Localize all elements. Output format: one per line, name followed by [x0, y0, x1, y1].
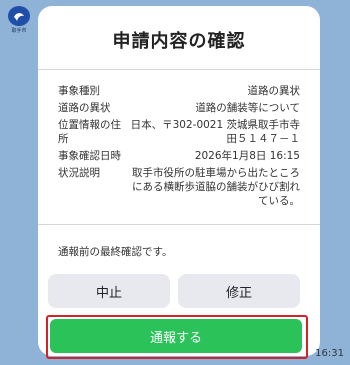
title-divider [38, 69, 320, 70]
final-confirm-note: 通報前の最終確認です。 [58, 246, 173, 258]
report-button[interactable]: 通報する [50, 319, 302, 353]
detail-row: 道路の異状 道路の舗装等について [58, 101, 300, 115]
detail-row: 位置情報の住所 日本、〒302-0021 茨城県取手市寺田５１４７－１ [58, 118, 300, 146]
edit-button[interactable]: 修正 [178, 274, 300, 308]
logo-text: 取手市 [11, 28, 27, 34]
details-divider [38, 224, 320, 225]
details-list: 事象種別 道路の異状 道路の異状 道路の舗装等について 位置情報の住所 日本、〒… [58, 84, 300, 211]
confirmation-card: 申請内容の確認 事象種別 道路の異状 道路の異状 道路の舗装等について 位置情報… [38, 6, 320, 359]
dialog-title: 申請内容の確認 [112, 31, 246, 52]
detail-label: 位置情報の住所 [58, 119, 121, 145]
detail-label: 事象種別 [58, 85, 100, 97]
detail-value: 道路の異状 [247, 85, 301, 97]
detail-row: 事象確認日時 2026年1月8日 16:15 [58, 149, 300, 163]
detail-label: 事象確認日時 [58, 150, 121, 162]
city-logo: 取手市 [6, 6, 32, 34]
detail-value: 道路の舗装等について [195, 102, 300, 114]
detail-label: 状況説明 [58, 167, 100, 179]
detail-value: 取手市役所の駐車場から出たところにある横断歩道脇の舗装がひび割れている。 [132, 167, 300, 207]
detail-value: 2026年1月8日 16:15 [194, 150, 300, 162]
detail-value: 日本、〒302-0021 茨城県取手市寺田５１４７－１ [130, 119, 300, 145]
detail-label: 道路の異状 [58, 102, 111, 114]
city-emblem-icon [8, 6, 30, 26]
detail-row: 事象種別 道路の異状 [58, 84, 300, 98]
message-timestamp: 16:31 [315, 348, 344, 359]
cancel-button[interactable]: 中止 [48, 274, 170, 308]
detail-row: 状況説明 取手市役所の駐車場から出たところにある横断歩道脇の舗装がひび割れている… [58, 166, 300, 208]
